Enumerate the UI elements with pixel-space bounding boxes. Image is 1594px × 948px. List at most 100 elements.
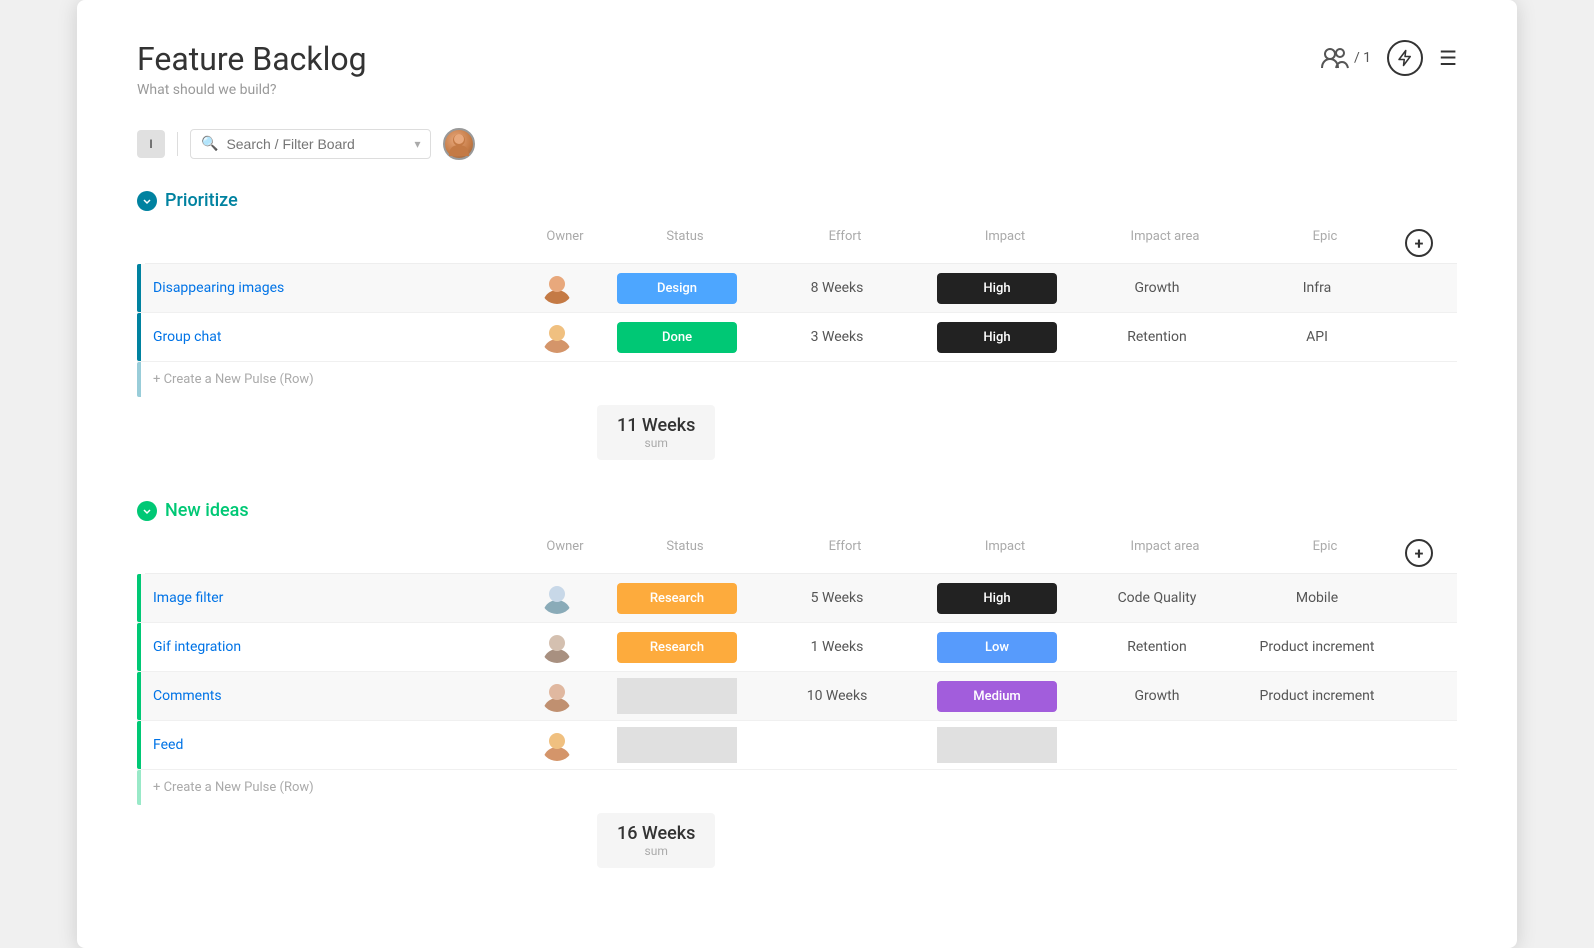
sum-value: 11 Weeks bbox=[617, 415, 695, 436]
add-column-button[interactable]: + bbox=[1405, 229, 1433, 257]
row-status[interactable] bbox=[597, 674, 757, 718]
create-pulse-button[interactable]: + Create a New Pulse (Row) bbox=[137, 780, 517, 795]
section-new-ideas: New ideas OwnerStatusEffortImpactImpact a… bbox=[137, 500, 1457, 868]
row-effort: 3 Weeks bbox=[757, 329, 917, 345]
table-header: OwnerStatusEffortImpactImpact areaEpic+ bbox=[145, 223, 1457, 264]
header: Feature Backlog What should we build? / … bbox=[137, 40, 1457, 98]
row-status[interactable] bbox=[597, 723, 757, 767]
create-row[interactable]: + Create a New Pulse (Row) bbox=[137, 362, 1457, 397]
row-name[interactable]: Comments bbox=[137, 676, 517, 716]
col-header-epic: Epic bbox=[1245, 539, 1405, 567]
impact-badge[interactable]: High bbox=[937, 273, 1057, 304]
col-header-add: + bbox=[1405, 539, 1445, 567]
row-impact-area: Growth bbox=[1077, 280, 1237, 296]
menu-button[interactable]: ☰ bbox=[1439, 46, 1457, 70]
table-header: OwnerStatusEffortImpactImpact areaEpic+ bbox=[145, 533, 1457, 574]
sum-label: sum bbox=[617, 436, 695, 450]
row-impact[interactable]: Medium bbox=[917, 681, 1077, 712]
row-indicator bbox=[137, 672, 141, 720]
user-count-label: / 1 bbox=[1354, 50, 1371, 66]
row-effort: 1 Weeks bbox=[757, 639, 917, 655]
row-name[interactable]: Image filter bbox=[137, 578, 517, 618]
table-row: Comments 10 WeeksMediumGrowthProduct inc… bbox=[137, 672, 1457, 721]
row-effort: 10 Weeks bbox=[757, 688, 917, 704]
header-right: / 1 ☰ bbox=[1318, 40, 1457, 76]
owner-avatar bbox=[541, 582, 573, 614]
search-dropdown-arrow[interactable]: ▾ bbox=[414, 137, 420, 151]
search-icon: 🔍 bbox=[201, 136, 218, 152]
table-wrapper: OwnerStatusEffortImpactImpact areaEpic+I… bbox=[137, 533, 1457, 805]
section-title: Prioritize bbox=[165, 190, 238, 211]
impact-badge[interactable]: Medium bbox=[937, 681, 1057, 712]
row-impact[interactable]: High bbox=[917, 583, 1077, 614]
user-avatar-toolbar bbox=[443, 128, 475, 160]
row-impact-area: Retention bbox=[1077, 639, 1237, 655]
section-header: New ideas bbox=[137, 500, 1457, 521]
row-epic: Mobile bbox=[1237, 590, 1397, 606]
col-header-effort: Effort bbox=[765, 539, 925, 567]
sum-label: sum bbox=[617, 844, 695, 858]
status-badge-empty bbox=[617, 678, 737, 714]
user-count: / 1 bbox=[1318, 42, 1371, 74]
impact-badge[interactable]: High bbox=[937, 583, 1057, 614]
owner-avatar bbox=[541, 272, 573, 304]
section-toggle[interactable] bbox=[137, 191, 157, 211]
row-indicator bbox=[137, 264, 141, 312]
col-header-owner: Owner bbox=[525, 539, 605, 567]
page-title: Feature Backlog bbox=[137, 40, 367, 78]
create-row-indicator bbox=[137, 770, 141, 805]
col-header-status: Status bbox=[605, 229, 765, 257]
row-status[interactable]: Research bbox=[597, 579, 757, 618]
col-header-epic: Epic bbox=[1245, 229, 1405, 257]
row-effort: 5 Weeks bbox=[757, 590, 917, 606]
add-column-button[interactable]: + bbox=[1405, 539, 1433, 567]
section-toggle[interactable] bbox=[137, 501, 157, 521]
table-row: Group chat Done3 WeeksHighRetentionAPI bbox=[137, 313, 1457, 362]
notification-icon-btn[interactable] bbox=[1387, 40, 1423, 76]
create-row[interactable]: + Create a New Pulse (Row) bbox=[137, 770, 1457, 805]
status-badge-empty bbox=[617, 727, 737, 763]
row-status[interactable]: Design bbox=[597, 269, 757, 308]
create-row-indicator bbox=[137, 362, 141, 397]
row-name[interactable]: Disappearing images bbox=[137, 268, 517, 308]
row-owner bbox=[517, 672, 597, 720]
row-epic: Infra bbox=[1237, 280, 1397, 296]
row-name[interactable]: Feed bbox=[137, 725, 517, 765]
status-badge[interactable]: Research bbox=[617, 632, 737, 663]
status-badge[interactable]: Done bbox=[617, 322, 737, 353]
status-badge[interactable]: Research bbox=[617, 583, 737, 614]
row-owner bbox=[517, 623, 597, 671]
col-header-name bbox=[145, 229, 525, 257]
row-impact[interactable]: High bbox=[917, 322, 1077, 353]
row-status[interactable]: Research bbox=[597, 628, 757, 667]
impact-badge[interactable]: Low bbox=[937, 632, 1057, 663]
impact-badge-empty bbox=[937, 727, 1057, 763]
col-header-effort: Effort bbox=[765, 229, 925, 257]
row-impact[interactable]: High bbox=[917, 273, 1077, 304]
create-pulse-button[interactable]: + Create a New Pulse (Row) bbox=[137, 372, 517, 387]
row-owner bbox=[517, 574, 597, 622]
impact-badge[interactable]: High bbox=[937, 322, 1057, 353]
row-indicator bbox=[137, 313, 141, 361]
search-container: 🔍 ▾ bbox=[190, 129, 431, 159]
row-impact[interactable] bbox=[917, 727, 1077, 763]
row-name[interactable]: Group chat bbox=[137, 317, 517, 357]
col-header-name bbox=[145, 539, 525, 567]
table-row: Image filter Research5 WeeksHighCode Qua… bbox=[137, 574, 1457, 623]
col-header-impact-area: Impact area bbox=[1085, 539, 1245, 567]
sum-box: 11 Weekssum bbox=[597, 405, 715, 460]
col-header-impact-area: Impact area bbox=[1085, 229, 1245, 257]
row-indicator bbox=[137, 721, 141, 769]
users-icon bbox=[1318, 42, 1350, 74]
toolbar-badge: I bbox=[137, 130, 165, 158]
owner-avatar bbox=[541, 631, 573, 663]
row-impact[interactable]: Low bbox=[917, 632, 1077, 663]
row-impact-area: Retention bbox=[1077, 329, 1237, 345]
row-status[interactable]: Done bbox=[597, 318, 757, 357]
section-prioritize: Prioritize OwnerStatusEffortImpactImpact … bbox=[137, 190, 1457, 460]
row-epic: Product increment bbox=[1237, 639, 1397, 655]
row-name[interactable]: Gif integration bbox=[137, 627, 517, 667]
status-badge[interactable]: Design bbox=[617, 273, 737, 304]
search-input[interactable] bbox=[226, 136, 406, 152]
row-impact-area: Growth bbox=[1077, 688, 1237, 704]
